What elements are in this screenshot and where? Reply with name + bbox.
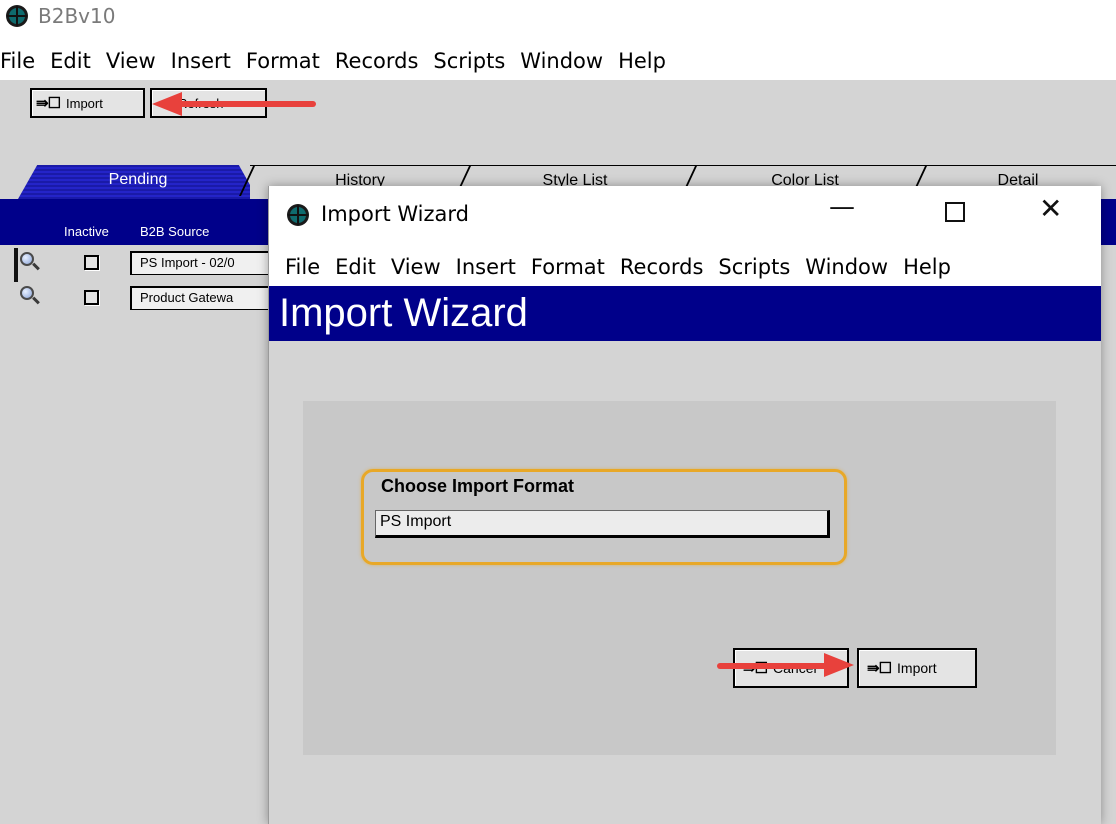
menu-file[interactable]: File — [0, 49, 35, 73]
menu-help[interactable]: Help — [618, 49, 666, 73]
menu-format[interactable]: Format — [531, 255, 605, 279]
close-icon[interactable]: ✕ — [1039, 192, 1062, 225]
inactive-checkbox[interactable] — [84, 290, 99, 305]
wizard-window-title: Import Wizard — [321, 202, 469, 226]
minimize-icon[interactable]: — — [829, 192, 855, 222]
app-title: B2Bv10 — [38, 4, 116, 28]
filemaker-app-icon — [6, 5, 28, 27]
menu-scripts[interactable]: Scripts — [433, 49, 505, 73]
import-wizard-window: Import Wizard — ✕ File Edit View Insert … — [268, 186, 1101, 824]
menu-help[interactable]: Help — [903, 255, 951, 279]
wizard-title-bar: Import Wizard — ✕ — [269, 186, 1101, 244]
app-menu-bar: File Edit View Insert Format Records Scr… — [0, 46, 681, 76]
wizard-import-button-label: Import — [897, 660, 937, 676]
menu-edit[interactable]: Edit — [50, 49, 91, 73]
menu-view[interactable]: View — [106, 49, 156, 73]
tab-pending[interactable]: Pending — [18, 165, 258, 199]
annotation-arrow-left — [152, 92, 316, 116]
import-button-label: Import — [66, 95, 103, 111]
menu-format[interactable]: Format — [246, 49, 320, 73]
column-inactive: Inactive — [64, 224, 109, 239]
menu-view[interactable]: View — [391, 255, 441, 279]
menu-insert[interactable]: Insert — [171, 49, 231, 73]
magnifier-icon[interactable] — [20, 252, 40, 272]
import-icon: ⇛☐ — [36, 95, 61, 112]
import-button[interactable]: ⇛☐ Import — [30, 88, 145, 118]
b2b-source-field[interactable]: Product Gatewa — [130, 286, 272, 310]
menu-records[interactable]: Records — [335, 49, 419, 73]
annotation-arrow-right — [717, 653, 854, 677]
import-format-dropdown[interactable]: PS Import — [375, 510, 830, 538]
wizard-content-panel — [303, 401, 1056, 755]
filemaker-app-icon — [287, 204, 309, 226]
menu-file[interactable]: File — [285, 255, 320, 279]
magnifier-icon[interactable] — [20, 286, 40, 306]
column-b2b-source: B2B Source — [140, 224, 210, 239]
wizard-import-button[interactable]: ⇛☐ Import — [857, 648, 977, 688]
row-selection-indicator — [14, 248, 18, 282]
import-icon: ⇛☐ — [867, 660, 892, 677]
menu-window[interactable]: Window — [805, 255, 888, 279]
menu-scripts[interactable]: Scripts — [718, 255, 790, 279]
inactive-checkbox[interactable] — [84, 255, 99, 270]
maximize-icon[interactable] — [945, 202, 965, 222]
import-format-label: Choose Import Format — [381, 476, 575, 496]
b2b-source-field[interactable]: PS Import - 02/0 — [130, 251, 272, 275]
menu-records[interactable]: Records — [620, 255, 704, 279]
menu-edit[interactable]: Edit — [335, 255, 376, 279]
wizard-banner-title: Import Wizard — [279, 291, 528, 335]
menu-window[interactable]: Window — [520, 49, 603, 73]
wizard-menu-bar: File Edit View Insert Format Records Scr… — [285, 252, 966, 282]
app-title-bar: B2Bv10 — [0, 0, 1116, 36]
menu-insert[interactable]: Insert — [456, 255, 516, 279]
